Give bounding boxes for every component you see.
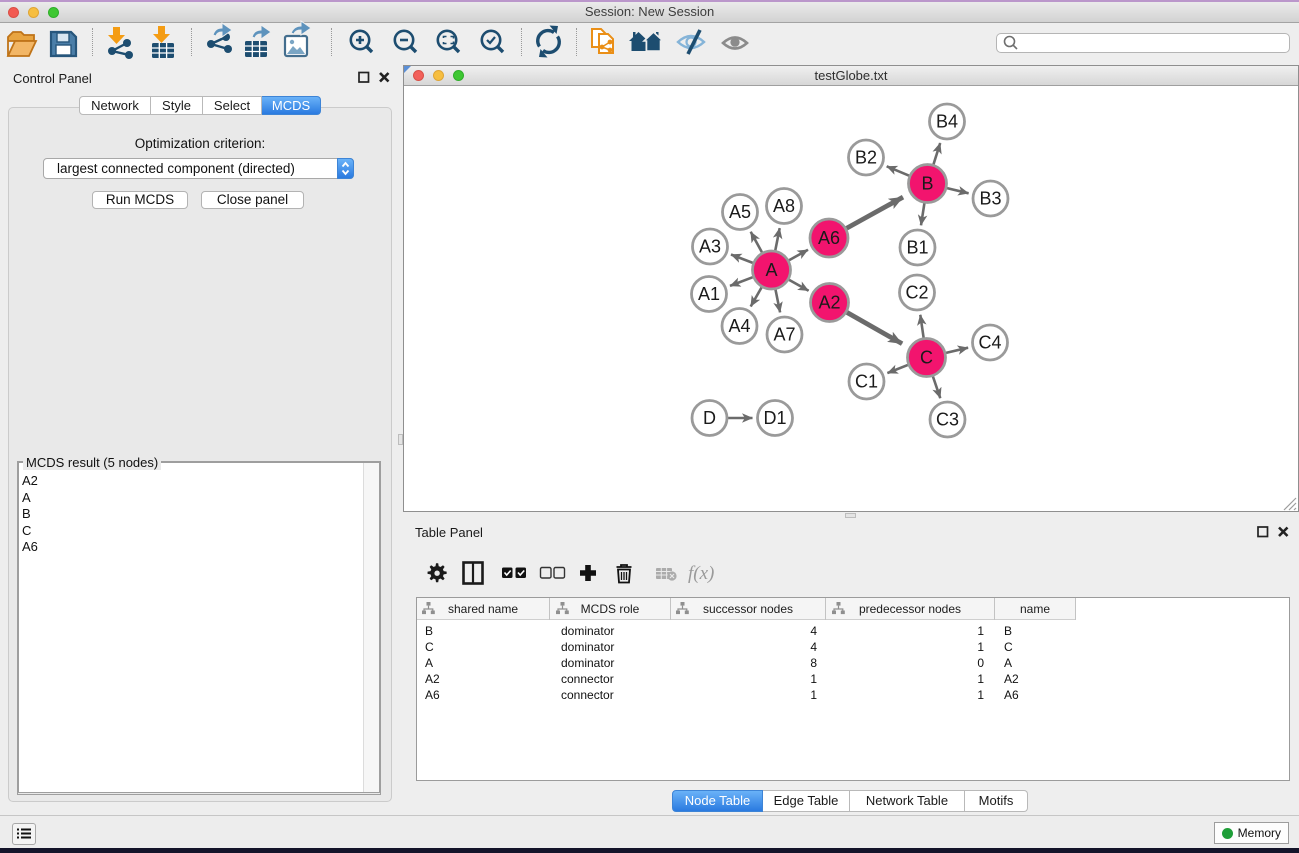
svg-text:A1: A1 — [698, 284, 720, 304]
svg-text:A: A — [765, 260, 777, 280]
svg-text:B3: B3 — [979, 189, 1001, 209]
svg-text:C2: C2 — [905, 283, 928, 303]
svg-text:A5: A5 — [729, 202, 751, 222]
svg-text:A6: A6 — [818, 228, 840, 248]
svg-text:B: B — [921, 174, 933, 194]
svg-text:f(x): f(x) — [688, 563, 714, 584]
svg-text:A3: A3 — [699, 237, 721, 257]
svg-text:C: C — [920, 348, 933, 368]
svg-text:B1: B1 — [906, 238, 928, 258]
svg-text:D1: D1 — [763, 408, 786, 428]
svg-text:A7: A7 — [773, 325, 795, 345]
svg-text:D: D — [703, 408, 716, 428]
svg-text:A4: A4 — [728, 316, 750, 336]
svg-text:A2: A2 — [818, 293, 840, 313]
svg-text:B2: B2 — [855, 148, 877, 168]
svg-text:A8: A8 — [773, 196, 795, 216]
svg-text:C4: C4 — [978, 333, 1001, 353]
svg-text:C3: C3 — [936, 410, 959, 430]
svg-text:B4: B4 — [936, 112, 958, 132]
svg-text:C1: C1 — [855, 372, 878, 392]
